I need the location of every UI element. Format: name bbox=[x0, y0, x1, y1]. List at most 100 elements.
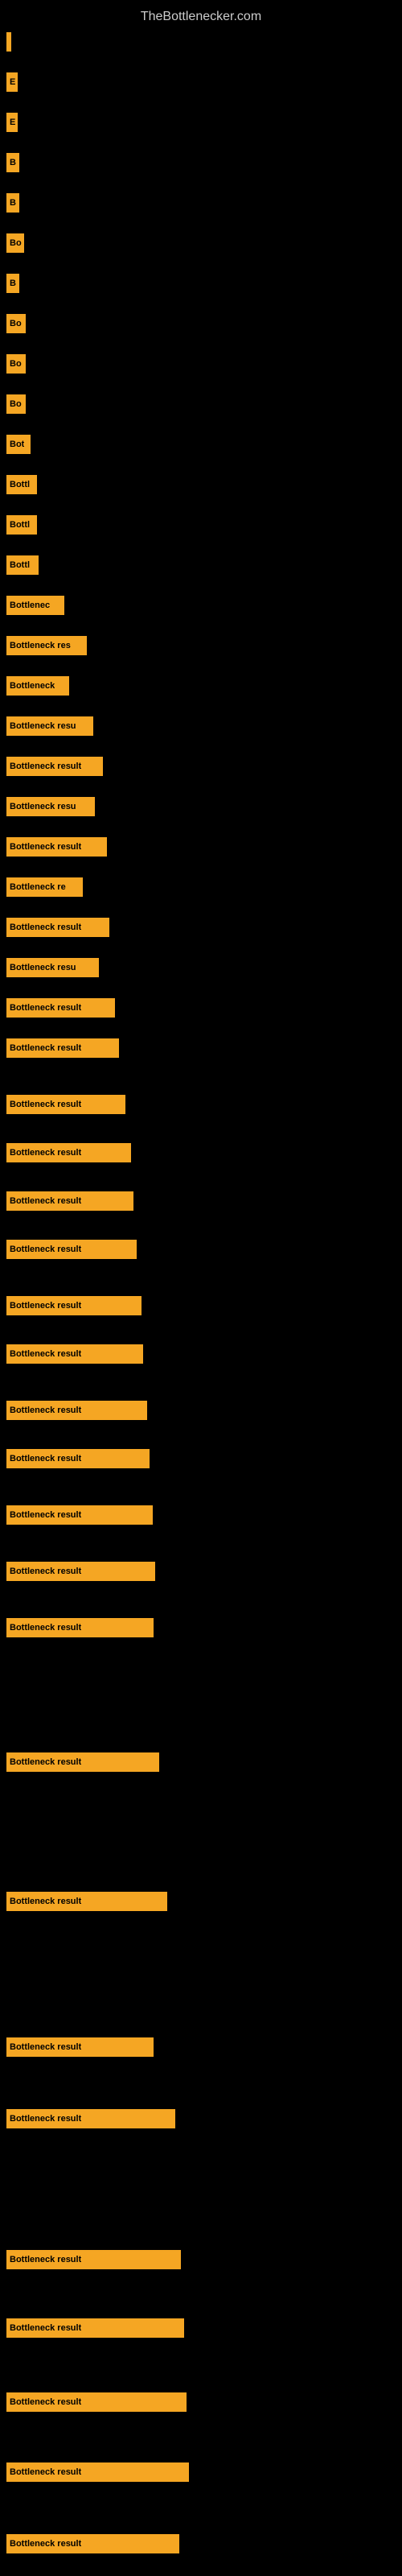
progress-bar: Bottleneck result bbox=[6, 1618, 154, 1637]
progress-bar: Bottleneck result bbox=[6, 2037, 154, 2057]
bar-label: Bottleneck result bbox=[10, 2255, 81, 2264]
bar-row: Bo bbox=[6, 314, 26, 333]
bar-label: Bo bbox=[10, 359, 22, 369]
bar-label: Bottlenec bbox=[10, 601, 50, 610]
bar-row: Bottl bbox=[6, 555, 39, 575]
bar-row: Bottleneck result bbox=[6, 918, 109, 937]
bar-row: Bottleneck result bbox=[6, 1562, 155, 1581]
bar-row: Bot bbox=[6, 435, 31, 454]
bar-row: Bottleneck result bbox=[6, 2037, 154, 2057]
progress-bar: B bbox=[6, 193, 19, 213]
bar-row: Bo bbox=[6, 233, 24, 253]
progress-bar bbox=[6, 32, 11, 52]
progress-bar: Bottleneck result bbox=[6, 1401, 147, 1420]
bar-row: Bottleneck result bbox=[6, 1505, 153, 1525]
bar-label: Bottl bbox=[10, 520, 30, 530]
progress-bar: Bottleneck result bbox=[6, 837, 107, 857]
bar-label: Bottl bbox=[10, 480, 30, 489]
bar-row: Bottleneck resu bbox=[6, 958, 99, 977]
bar-label: Bo bbox=[10, 319, 22, 328]
bar-label: E bbox=[10, 118, 15, 127]
bar-label: Bottleneck result bbox=[10, 1148, 81, 1158]
bar-row: Bottleneck result bbox=[6, 1892, 167, 1911]
progress-bar: Bo bbox=[6, 354, 26, 374]
bar-label: Bottleneck result bbox=[10, 1100, 81, 1109]
progress-bar: Bottleneck result bbox=[6, 2392, 187, 2412]
bar-label: Bottleneck result bbox=[10, 2539, 81, 2549]
bar-row: Bottleneck result bbox=[6, 1143, 131, 1162]
bar-row: Bottleneck result bbox=[6, 2392, 187, 2412]
bar-label: Bo bbox=[10, 238, 22, 248]
progress-bar: Bottleneck result bbox=[6, 1505, 153, 1525]
progress-bar: E bbox=[6, 72, 18, 92]
bar-label: E bbox=[10, 77, 15, 87]
bar-row: B bbox=[6, 153, 19, 172]
bar-label: Bottleneck result bbox=[10, 2114, 81, 2124]
bar-label: Bottleneck resu bbox=[10, 802, 76, 811]
progress-bar: Bottleneck res bbox=[6, 636, 87, 655]
bar-row: B bbox=[6, 274, 19, 293]
bar-label: Bottleneck result bbox=[10, 923, 81, 932]
bar-label: Bottleneck res bbox=[10, 641, 71, 650]
bar-row: Bottl bbox=[6, 475, 37, 494]
bar-row: Bottleneck result bbox=[6, 998, 115, 1018]
bar-label: B bbox=[10, 198, 16, 208]
progress-bar: Bottleneck result bbox=[6, 998, 115, 1018]
progress-bar: Bottleneck result bbox=[6, 2109, 175, 2128]
bar-label: Bottleneck resu bbox=[10, 721, 76, 731]
bar-row: Bottleneck result bbox=[6, 2250, 181, 2269]
bar-row: Bottleneck result bbox=[6, 1038, 119, 1058]
bar-label: Bottleneck result bbox=[10, 1510, 81, 1520]
bar-row: Bottl bbox=[6, 515, 37, 535]
bar-row: Bottleneck result bbox=[6, 2109, 175, 2128]
bar-row: Bottleneck result bbox=[6, 1344, 143, 1364]
progress-bar: Bottleneck result bbox=[6, 1038, 119, 1058]
bar-label: Bottleneck result bbox=[10, 762, 81, 771]
progress-bar: Bottleneck result bbox=[6, 1562, 155, 1581]
bar-label: B bbox=[10, 279, 16, 288]
progress-bar: Bottleneck result bbox=[6, 1095, 125, 1114]
bar-label: Bottleneck bbox=[10, 681, 55, 691]
bar-row: Bottleneck res bbox=[6, 636, 87, 655]
bar-row: Bottleneck result bbox=[6, 837, 107, 857]
bar-label: Bottleneck result bbox=[10, 1897, 81, 1906]
bar-row: E bbox=[6, 113, 18, 132]
progress-bar: Bottleneck re bbox=[6, 877, 83, 897]
bar-row: Bottleneck result bbox=[6, 2318, 184, 2338]
bar-label: Bottleneck result bbox=[10, 1349, 81, 1359]
bar-row: Bottleneck result bbox=[6, 1449, 150, 1468]
progress-bar: Bottleneck result bbox=[6, 1191, 133, 1211]
progress-bar: Bottleneck result bbox=[6, 1344, 143, 1364]
bar-label: Bottleneck result bbox=[10, 1003, 81, 1013]
bar-row: Bottleneck bbox=[6, 676, 69, 696]
bar-row: Bottleneck result bbox=[6, 757, 103, 776]
bar-row: Bottleneck resu bbox=[6, 716, 93, 736]
bar-label: Bottleneck result bbox=[10, 2323, 81, 2333]
progress-bar: Bo bbox=[6, 394, 26, 414]
bar-label: B bbox=[10, 158, 16, 167]
progress-bar: Bottl bbox=[6, 515, 37, 535]
bar-row: Bottlenec bbox=[6, 596, 64, 615]
bar-label: Bottleneck result bbox=[10, 1567, 81, 1576]
bar-row: Bottleneck result bbox=[6, 2534, 179, 2553]
progress-bar: Bottleneck result bbox=[6, 1892, 167, 1911]
bar-row: Bottleneck resu bbox=[6, 797, 95, 816]
progress-bar: B bbox=[6, 274, 19, 293]
bar-label: Bottleneck result bbox=[10, 2397, 81, 2407]
progress-bar: Bottl bbox=[6, 475, 37, 494]
progress-bar: Bot bbox=[6, 435, 31, 454]
bar-row bbox=[6, 32, 11, 52]
bar-label: Bo bbox=[10, 399, 22, 409]
bar-row: Bo bbox=[6, 354, 26, 374]
bar-label: Bottleneck result bbox=[10, 1196, 81, 1206]
site-title: TheBottlenecker.com bbox=[0, 3, 402, 31]
bar-label: Bottleneck result bbox=[10, 1245, 81, 1254]
bar-row: Bottleneck result bbox=[6, 2462, 189, 2482]
bar-row: Bottleneck result bbox=[6, 1191, 133, 1211]
bar-row: Bo bbox=[6, 394, 26, 414]
bar-label: Bottleneck result bbox=[10, 842, 81, 852]
progress-bar: Bo bbox=[6, 233, 24, 253]
bar-row: E bbox=[6, 72, 18, 92]
bar-label: Bottleneck resu bbox=[10, 963, 76, 972]
bar-row: Bottleneck result bbox=[6, 1618, 154, 1637]
